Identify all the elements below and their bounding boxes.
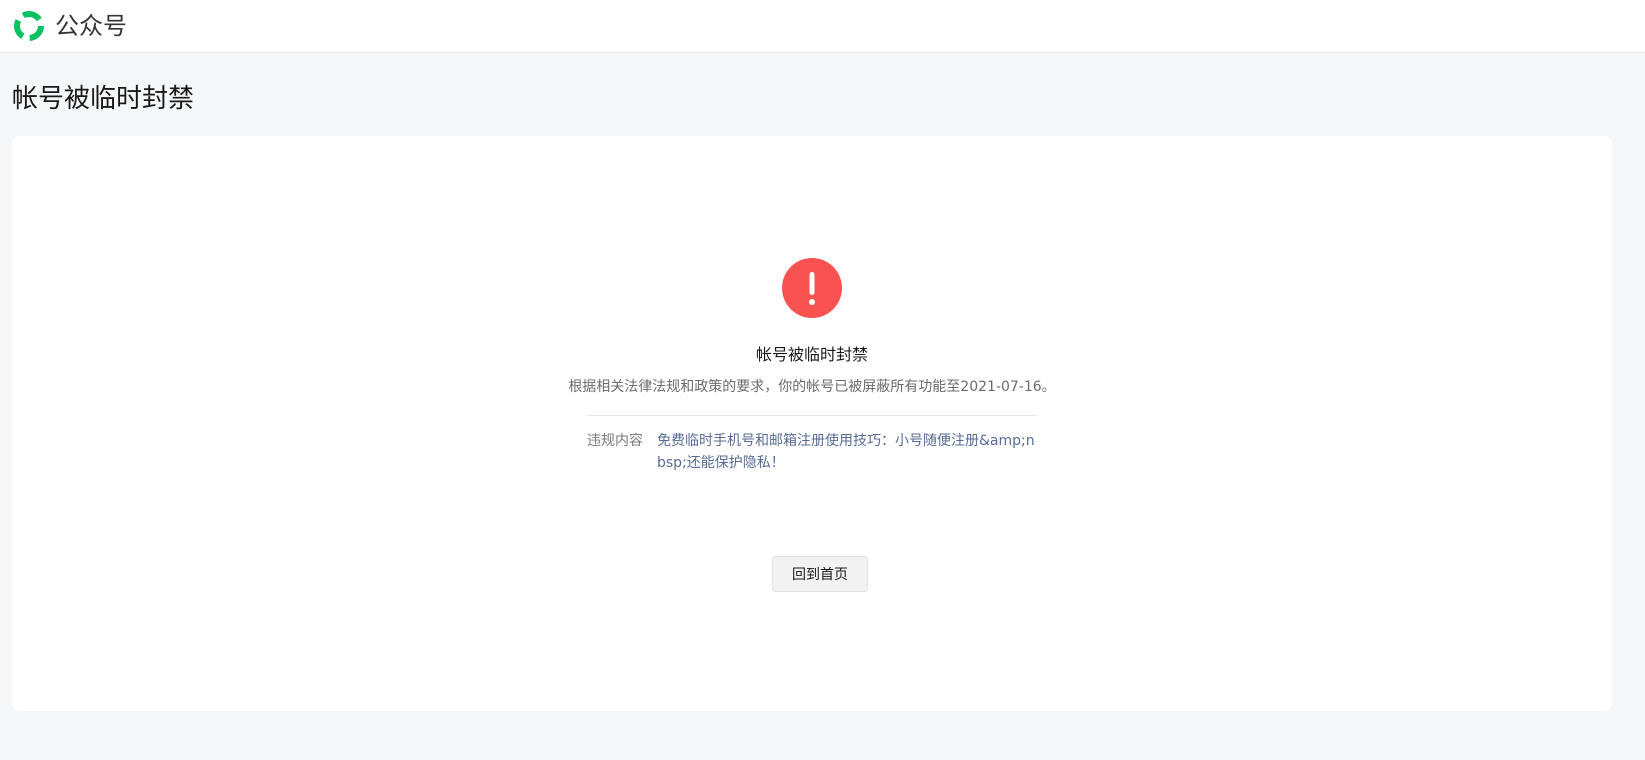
top-bar: 公众号 <box>0 0 1645 53</box>
wechat-official-account-logo-icon <box>14 11 44 41</box>
brand-link[interactable]: 公众号 <box>12 9 127 43</box>
violation-label: 违规内容 <box>587 433 643 449</box>
page-title: 帐号被临时封禁 <box>12 84 195 114</box>
violation-content: 免费临时手机号和邮箱注册使用技巧：小号随便注册&amp;nbsp;还能保护隐私！ <box>657 433 1035 471</box>
divider <box>587 415 1037 416</box>
notice-description: 根据相关法律法规和政策的要求，你的帐号已被屏蔽所有功能至2021-07-16。 <box>568 379 1056 395</box>
back-home-button[interactable]: 回到首页 <box>772 556 868 592</box>
ban-notice-card: 帐号被临时封禁 根据相关法律法规和政策的要求，你的帐号已被屏蔽所有功能至2021… <box>12 136 1612 711</box>
exclamation-icon <box>782 258 842 318</box>
brand-name: 公众号 <box>55 12 127 40</box>
notice-title: 帐号被临时封禁 <box>755 345 868 364</box>
